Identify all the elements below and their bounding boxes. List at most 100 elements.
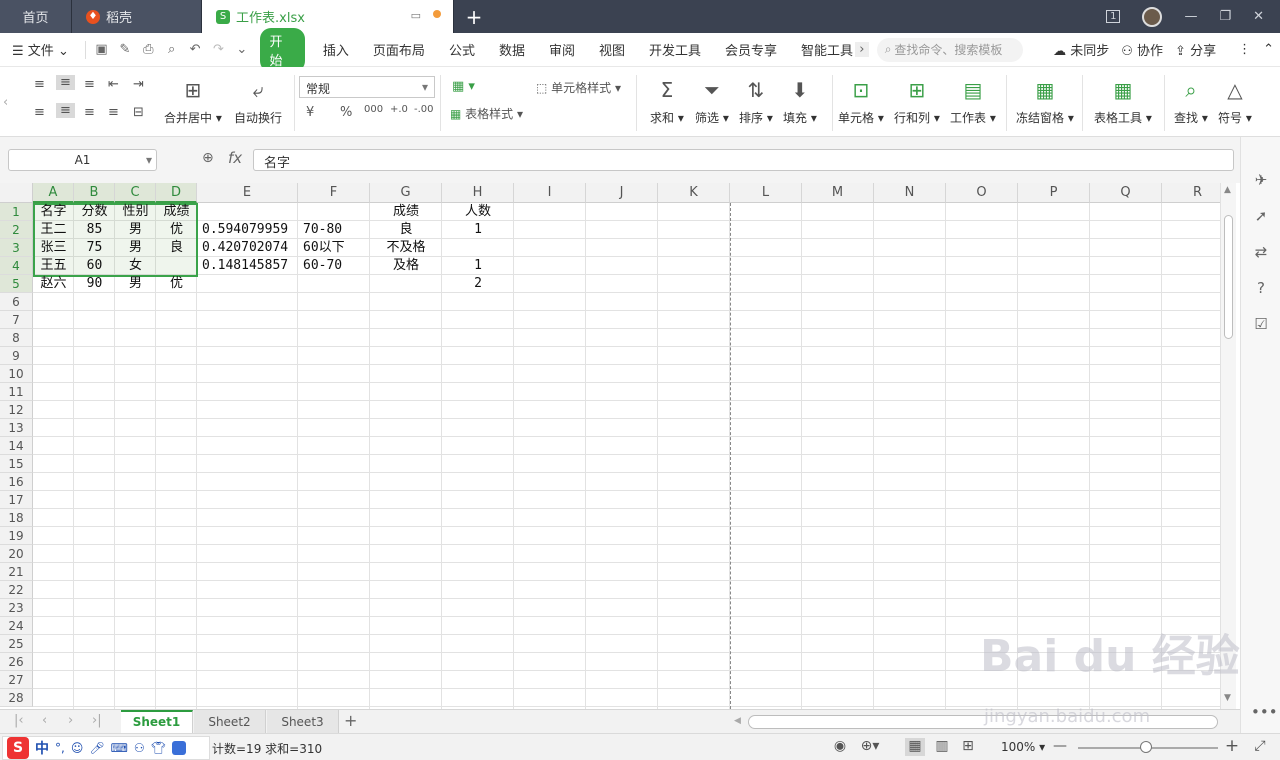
page-layout-view-icon[interactable]: ▥ — [932, 738, 952, 756]
cell-g2[interactable]: 良 — [370, 221, 442, 239]
keyboard-icon[interactable]: ⌨ — [111, 741, 128, 755]
cell-h2[interactable]: 1 — [442, 221, 514, 239]
column-header-o[interactable]: O — [946, 183, 1018, 203]
vertical-scroll-thumb[interactable] — [1224, 215, 1233, 339]
conditional-format-icon[interactable]: ▦ ▾ — [452, 79, 475, 94]
align-bottom-icon[interactable]: ≡ — [84, 77, 95, 92]
row-header-9[interactable]: 9 — [0, 347, 33, 365]
fullscreen-icon[interactable]: ⤢ — [1250, 738, 1270, 756]
scroll-up-icon[interactable]: ▲ — [1224, 185, 1231, 195]
cell-g4[interactable]: 及格 — [370, 257, 442, 275]
cell-h4[interactable]: 1 — [442, 257, 514, 275]
row-header-27[interactable]: 27 — [0, 671, 33, 689]
filter-button[interactable]: ⏷ 筛选 ▾ — [695, 67, 729, 126]
normal-view-icon[interactable]: ▦ — [905, 738, 925, 756]
sheet-tab-sheet3[interactable]: Sheet3 — [267, 710, 339, 734]
sync-button[interactable]: ☁ 未同步 — [1047, 40, 1115, 59]
tab-formula[interactable]: 公式 — [437, 40, 487, 59]
row-header-21[interactable]: 21 — [0, 563, 33, 581]
cell-c2[interactable]: 男 — [115, 221, 156, 239]
row-header-17[interactable]: 17 — [0, 491, 33, 509]
tab-start[interactable]: 开始 — [259, 27, 305, 72]
select-cursor-icon[interactable]: ➚ — [1251, 207, 1271, 227]
cell-a3[interactable]: 张三 — [33, 239, 74, 257]
avatar[interactable] — [1142, 6, 1163, 27]
cell-f2[interactable]: 70-80 — [298, 221, 370, 239]
column-header-r[interactable]: R — [1162, 183, 1220, 203]
cell-d1[interactable]: 成绩 — [156, 203, 197, 221]
file-menu[interactable]: ☰ 文件 ⌄ — [0, 40, 81, 59]
cell-d3[interactable]: 良 — [156, 239, 197, 257]
cell-g1[interactable]: 成绩 — [370, 203, 442, 221]
cell-c3[interactable]: 男 — [115, 239, 156, 257]
tab-data[interactable]: 数据 — [487, 40, 537, 59]
zoom-out-button[interactable]: — — [1050, 738, 1070, 756]
sogou-ime-icon[interactable]: S — [7, 737, 29, 759]
page-break-view-icon[interactable]: ⊞ — [958, 738, 978, 756]
cell-b3[interactable]: 75 — [74, 239, 115, 257]
prev-sheet-icon[interactable]: ‹ — [42, 713, 47, 728]
percent-button[interactable]: % — [340, 105, 352, 120]
row-header-5[interactable]: 5 — [0, 275, 33, 293]
cell-e4[interactable]: 0.148145857 — [197, 257, 298, 275]
monitor-icon[interactable]: ▭ — [411, 9, 421, 22]
tab-home[interactable]: 首页 — [0, 0, 72, 33]
sum-button[interactable]: Σ 求和 ▾ — [650, 67, 684, 126]
tab-smart-tools[interactable]: 智能工具 — [789, 40, 855, 59]
row-header-6[interactable]: 6 — [0, 293, 33, 311]
column-header-d[interactable]: D — [156, 183, 197, 203]
zoom-lens-icon[interactable]: ⊕ — [202, 150, 214, 166]
tab-member[interactable]: 会员专享 — [713, 40, 789, 59]
column-header-n[interactable]: N — [874, 183, 946, 203]
zoom-in-button[interactable]: + — [1222, 736, 1242, 756]
justify-icon[interactable]: ≡ — [108, 105, 119, 120]
restore-button[interactable]: ❐ — [1219, 9, 1231, 24]
column-header-p[interactable]: P — [1018, 183, 1090, 203]
ime-menu-icon[interactable] — [171, 741, 186, 755]
cell-c5[interactable]: 男 — [115, 275, 156, 293]
cell-c1[interactable]: 性别 — [115, 203, 156, 221]
row-col-button[interactable]: ⊞ 行和列 ▾ — [894, 67, 940, 126]
more-menu-icon[interactable]: ⋮ — [1232, 42, 1257, 57]
tab-view[interactable]: 视图 — [587, 40, 637, 59]
row-header-26[interactable]: 26 — [0, 653, 33, 671]
emoji-icon[interactable]: ☺ — [71, 741, 84, 755]
tab-developer[interactable]: 开发工具 — [637, 40, 713, 59]
sheet-tab-sheet2[interactable]: Sheet2 — [194, 710, 266, 734]
select-all-corner[interactable] — [0, 183, 33, 203]
print-preview-icon[interactable]: ⌕ — [160, 42, 183, 57]
row-header-18[interactable]: 18 — [0, 509, 33, 527]
next-sheet-icon[interactable]: › — [68, 713, 73, 728]
table-tools-button[interactable]: ▦ 表格工具 ▾ — [1094, 67, 1152, 126]
cell-f4[interactable]: 60-70 — [298, 257, 370, 275]
find-button[interactable]: ⌕ 查找 ▾ — [1174, 67, 1208, 126]
eye-protection-icon[interactable]: ◉ — [830, 738, 850, 756]
cell-a1[interactable]: 名字 — [33, 203, 74, 221]
row-header-16[interactable]: 16 — [0, 473, 33, 491]
transfer-icon[interactable]: ⇄ — [1251, 243, 1271, 263]
row-header-8[interactable]: 8 — [0, 329, 33, 347]
column-header-m[interactable]: M — [802, 183, 874, 203]
cell-f3[interactable]: 60以下 — [298, 239, 370, 257]
cell-b4[interactable]: 60 — [74, 257, 115, 275]
row-header-23[interactable]: 23 — [0, 599, 33, 617]
column-header-g[interactable]: G — [370, 183, 442, 203]
freeze-panes-button[interactable]: ▦ 冻结窗格 ▾ — [1016, 67, 1074, 126]
more-tabs-icon[interactable]: › — [855, 42, 869, 57]
collab-button[interactable]: ⚇ 协作 — [1115, 40, 1169, 59]
page-indicator[interactable]: 1 — [1106, 10, 1121, 23]
zoom-slider-knob[interactable] — [1140, 741, 1152, 753]
fx-icon[interactable]: fx — [228, 149, 242, 167]
last-sheet-icon[interactable]: ›| — [92, 713, 102, 728]
align-left-icon[interactable]: ≡ — [34, 105, 45, 120]
formula-input[interactable]: 名字 — [253, 149, 1234, 171]
cell-d2[interactable]: 优 — [156, 221, 197, 239]
row-header-3[interactable]: 3 — [0, 239, 33, 257]
row-header-20[interactable]: 20 — [0, 545, 33, 563]
row-header-15[interactable]: 15 — [0, 455, 33, 473]
tab-document[interactable]: S 工作表.xlsx ▭ — [202, 0, 454, 33]
row-header-19[interactable]: 19 — [0, 527, 33, 545]
row-header-25[interactable]: 25 — [0, 635, 33, 653]
column-header-l[interactable]: L — [730, 183, 802, 203]
row-header-22[interactable]: 22 — [0, 581, 33, 599]
